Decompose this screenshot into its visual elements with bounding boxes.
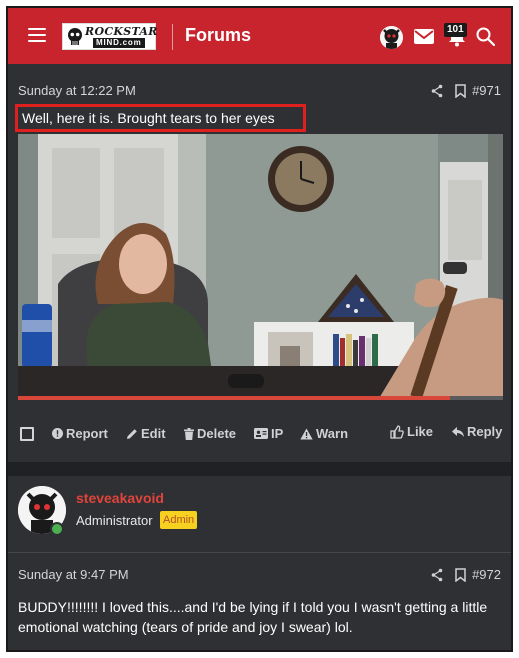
reply-arrow-icon (452, 426, 464, 437)
delete-label: Delete (197, 426, 237, 441)
post-date[interactable]: Sunday at 12:22 PM (18, 83, 136, 98)
user-role: Administrator (76, 513, 153, 528)
bookmark-icon[interactable] (455, 568, 466, 582)
forums-nav-link[interactable]: Forums (185, 25, 251, 46)
ip-label: IP (271, 426, 284, 441)
post-user-block: steveakavoid Administrator Admin (8, 476, 511, 552)
top-bar: ROCKSTAR MIND.com Forums 101 (8, 8, 511, 64)
video-frame (18, 134, 503, 400)
share-icon[interactable] (431, 568, 443, 582)
video-progress-fill (18, 396, 450, 400)
id-card-icon (254, 428, 268, 439)
trash-icon (184, 427, 194, 440)
warn-button[interactable]: Warn (300, 426, 348, 441)
post-number[interactable]: #971 (472, 83, 501, 98)
warning-icon (300, 428, 313, 439)
reply-label: Reply (467, 424, 503, 439)
menu-icon[interactable] (28, 28, 46, 42)
edit-button[interactable]: Edit (126, 426, 166, 441)
username-link[interactable]: steveakavoid (76, 490, 164, 506)
user-avatar-header[interactable] (380, 26, 403, 49)
delete-button[interactable]: Delete (184, 426, 236, 441)
post-actions: Report Edit Delete IP Warn Like Reply (18, 422, 502, 446)
page-frame: ROCKSTAR MIND.com Forums 101 Sunday at 1… (6, 6, 513, 652)
edit-label: Edit (141, 426, 166, 441)
share-icon[interactable] (431, 84, 443, 98)
post-971: Sunday at 12:22 PM #971 Well, here it is… (8, 68, 511, 462)
highlight-annotation: Well, here it is. Brought tears to her e… (15, 104, 306, 132)
ip-button[interactable]: IP (254, 426, 283, 441)
video-player[interactable] (18, 134, 503, 400)
online-status-indicator (50, 522, 64, 536)
reply-button[interactable]: Reply (452, 424, 502, 439)
thumbs-up-icon (390, 424, 404, 439)
logo-text-top: ROCKSTAR (85, 25, 158, 38)
search-icon[interactable] (476, 27, 495, 46)
mail-icon[interactable] (414, 29, 434, 44)
post-meta: Sunday at 9:47 PM #972 (18, 567, 501, 587)
post-text: BUDDY!!!!!!!! I loved this....and I'd be… (18, 599, 488, 635)
logo-skull-icon (68, 28, 82, 45)
pencil-icon (127, 428, 137, 439)
report-label: Report (66, 426, 108, 441)
bookmark-icon[interactable] (455, 84, 466, 98)
post-text: Well, here it is. Brought tears to her e… (22, 110, 275, 126)
post-972: Sunday at 9:47 PM #972 BUDDY!!!!!!!! I l… (8, 553, 511, 650)
report-button[interactable]: Report (52, 426, 108, 441)
post-meta: Sunday at 12:22 PM #971 (18, 83, 501, 103)
like-button[interactable]: Like (390, 424, 433, 439)
post-number[interactable]: #972 (472, 567, 501, 582)
notification-badge: 101 (444, 23, 467, 37)
admin-badge: Admin (160, 511, 198, 529)
select-checkbox[interactable] (20, 427, 34, 441)
post-separator (8, 462, 511, 476)
warn-label: Warn (316, 426, 349, 441)
site-logo[interactable]: ROCKSTAR MIND.com (62, 23, 158, 50)
like-label: Like (407, 424, 434, 439)
report-icon (52, 428, 63, 439)
header-divider (172, 24, 173, 50)
video-progress-bar[interactable] (18, 396, 503, 400)
logo-text-bottom: MIND.com (93, 38, 145, 48)
post-date[interactable]: Sunday at 9:47 PM (18, 567, 129, 582)
